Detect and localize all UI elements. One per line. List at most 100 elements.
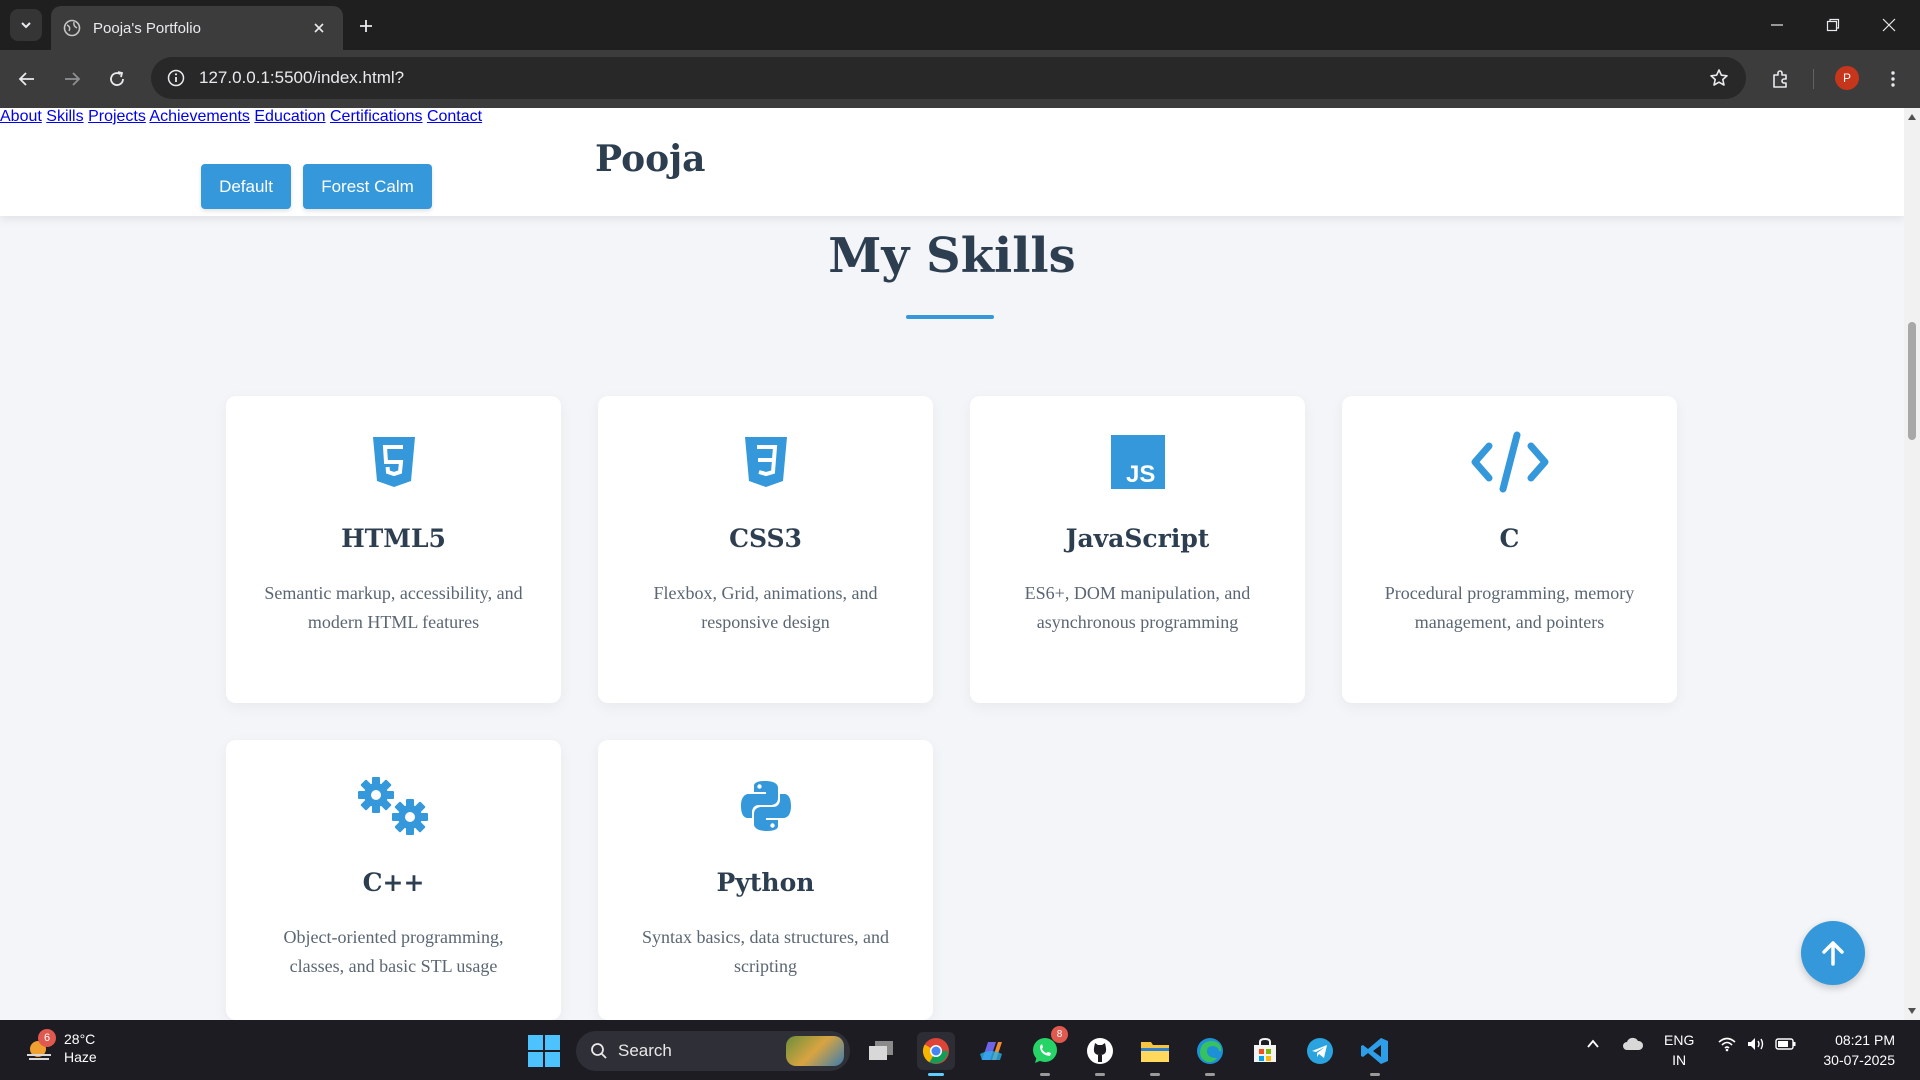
page-viewport: Default Forest Calm Pooja About Skills P… bbox=[0, 108, 1904, 1020]
page-scrollbar[interactable] bbox=[1904, 108, 1920, 1020]
battery-tray[interactable] bbox=[1775, 1036, 1797, 1055]
taskbar-whatsapp[interactable]: 8 bbox=[1026, 1026, 1068, 1076]
nav-about[interactable]: About bbox=[0, 108, 42, 125]
taskbar-vscode[interactable] bbox=[1356, 1032, 1394, 1076]
extensions-button[interactable] bbox=[1764, 62, 1798, 96]
minimize-icon bbox=[1771, 24, 1783, 26]
skill-description: ES6+, DOM manipulation, and asynchronous… bbox=[1024, 583, 1251, 632]
menu-button[interactable] bbox=[1876, 62, 1910, 96]
site-logo[interactable]: Pooja bbox=[595, 138, 705, 180]
nav-projects[interactable]: Projects bbox=[88, 108, 146, 125]
edge-icon bbox=[1197, 1038, 1223, 1064]
url-text[interactable]: 127.0.0.1:5500/index.html? bbox=[199, 68, 1704, 88]
scroll-down-arrow[interactable] bbox=[1908, 1008, 1916, 1014]
taskbar-github[interactable] bbox=[1081, 1032, 1119, 1076]
onedrive-tray[interactable] bbox=[1622, 1036, 1644, 1055]
tray-overflow-button[interactable] bbox=[1585, 1036, 1601, 1055]
tab-title: Pooja's Portfolio bbox=[93, 19, 201, 37]
taskbar-search[interactable]: Search bbox=[576, 1031, 850, 1071]
javascript-icon: JS bbox=[970, 434, 1305, 490]
weather-desc: Haze bbox=[64, 1049, 97, 1065]
telegram-icon bbox=[1307, 1038, 1333, 1064]
task-view-button[interactable] bbox=[862, 1032, 900, 1070]
browser-tab[interactable]: Pooja's Portfolio bbox=[51, 6, 343, 50]
taskbar-edge[interactable] bbox=[1191, 1032, 1229, 1076]
forward-button[interactable] bbox=[55, 62, 89, 96]
scrollbar-thumb[interactable] bbox=[1908, 322, 1916, 440]
running-indicator bbox=[1040, 1073, 1050, 1076]
minimize-button[interactable] bbox=[1754, 8, 1800, 42]
back-button[interactable] bbox=[10, 62, 44, 96]
weather-icon: 6 bbox=[24, 1029, 56, 1063]
language-code: ENG bbox=[1664, 1032, 1695, 1048]
system-clock[interactable]: 08:21 PM 30-07-2025 bbox=[1810, 1030, 1895, 1070]
python-icon bbox=[598, 778, 933, 834]
cloud-icon bbox=[1623, 1037, 1644, 1050]
input-language[interactable]: ENG IN bbox=[1664, 1030, 1694, 1070]
wifi-tray[interactable] bbox=[1717, 1036, 1737, 1055]
chevron-down-icon bbox=[21, 22, 31, 29]
nav-certifications[interactable]: Certifications bbox=[330, 108, 422, 125]
close-tab-icon[interactable] bbox=[309, 18, 329, 38]
whatsapp-badge: 8 bbox=[1051, 1026, 1068, 1043]
more-vertical-icon bbox=[1891, 71, 1895, 87]
gears-icon bbox=[226, 777, 561, 835]
skill-title: HTML5 bbox=[341, 524, 446, 553]
svg-text:JS: JS bbox=[1126, 461, 1155, 488]
skill-title: C bbox=[1499, 524, 1520, 553]
volume-tray[interactable] bbox=[1746, 1036, 1766, 1055]
taskbar-telegram[interactable] bbox=[1301, 1032, 1339, 1070]
github-icon bbox=[1087, 1038, 1113, 1064]
wifi-icon bbox=[1718, 1037, 1736, 1052]
globe-icon bbox=[63, 19, 81, 37]
restore-button[interactable] bbox=[1810, 8, 1856, 42]
toolbar-separator bbox=[1813, 69, 1814, 89]
battery-icon bbox=[1775, 1038, 1796, 1050]
html5-icon bbox=[226, 434, 561, 490]
store-icon bbox=[1254, 1037, 1276, 1062]
theme-default-button[interactable]: Default bbox=[201, 164, 291, 209]
back-to-top-button[interactable] bbox=[1801, 921, 1865, 985]
task-view-icon bbox=[869, 1041, 893, 1060]
profile-avatar[interactable]: P bbox=[1835, 66, 1859, 90]
active-indicator bbox=[928, 1073, 944, 1076]
browser-toolbar: 127.0.0.1:5500/index.html? bbox=[0, 50, 1920, 108]
weather-widget[interactable]: 6 28°C Haze bbox=[24, 1029, 97, 1066]
nav-skills[interactable]: Skills bbox=[46, 108, 83, 125]
reload-button[interactable] bbox=[100, 62, 134, 96]
running-indicator bbox=[1370, 1073, 1380, 1076]
nav-contact[interactable]: Contact bbox=[427, 108, 482, 125]
windows-taskbar: 6 28°C Haze Search 8 ENG IN 08:21 PM 30-… bbox=[0, 1020, 1920, 1080]
skill-title: Python bbox=[716, 868, 815, 897]
skill-card-cpp: C++ Object-oriented programming, classes… bbox=[226, 740, 561, 1020]
start-button[interactable] bbox=[528, 1035, 560, 1067]
plus-icon bbox=[360, 20, 372, 32]
skill-card-python: Python Syntax basics, data structures, a… bbox=[598, 740, 933, 1020]
taskbar-copilot[interactable] bbox=[972, 1032, 1010, 1070]
site-header: Default Forest Calm Pooja About Skills P… bbox=[0, 108, 1904, 216]
taskbar-store[interactable] bbox=[1246, 1032, 1284, 1070]
skill-description: Semantic markup, accessibility, and mode… bbox=[264, 583, 523, 632]
skill-title: CSS3 bbox=[729, 524, 802, 553]
taskbar-chrome[interactable] bbox=[917, 1032, 955, 1076]
skill-description: Flexbox, Grid, animations, and responsiv… bbox=[653, 583, 878, 632]
arrow-left-icon bbox=[18, 72, 34, 86]
vscode-icon bbox=[1361, 1038, 1388, 1064]
browser-tab-bar: Pooja's Portfolio bbox=[0, 0, 1920, 50]
site-info-icon[interactable] bbox=[163, 65, 189, 91]
skill-card-html5: HTML5 Semantic markup, accessibility, an… bbox=[226, 396, 561, 703]
chrome-icon bbox=[922, 1038, 949, 1064]
taskbar-file-explorer[interactable] bbox=[1136, 1032, 1174, 1076]
close-window-button[interactable] bbox=[1866, 8, 1912, 42]
weather-badge: 6 bbox=[38, 1029, 56, 1047]
running-indicator bbox=[1150, 1073, 1160, 1076]
nav-education[interactable]: Education bbox=[254, 108, 325, 125]
nav-achievements[interactable]: Achievements bbox=[149, 108, 250, 125]
new-tab-button[interactable] bbox=[352, 12, 380, 40]
theme-forest-calm-button[interactable]: Forest Calm bbox=[303, 164, 432, 209]
bookmark-star-icon[interactable] bbox=[1704, 63, 1734, 93]
scroll-up-arrow[interactable] bbox=[1908, 114, 1916, 120]
tab-search-button[interactable] bbox=[10, 9, 42, 41]
skill-title: JavaScript bbox=[1065, 524, 1210, 553]
address-bar[interactable]: 127.0.0.1:5500/index.html? bbox=[151, 57, 1746, 99]
